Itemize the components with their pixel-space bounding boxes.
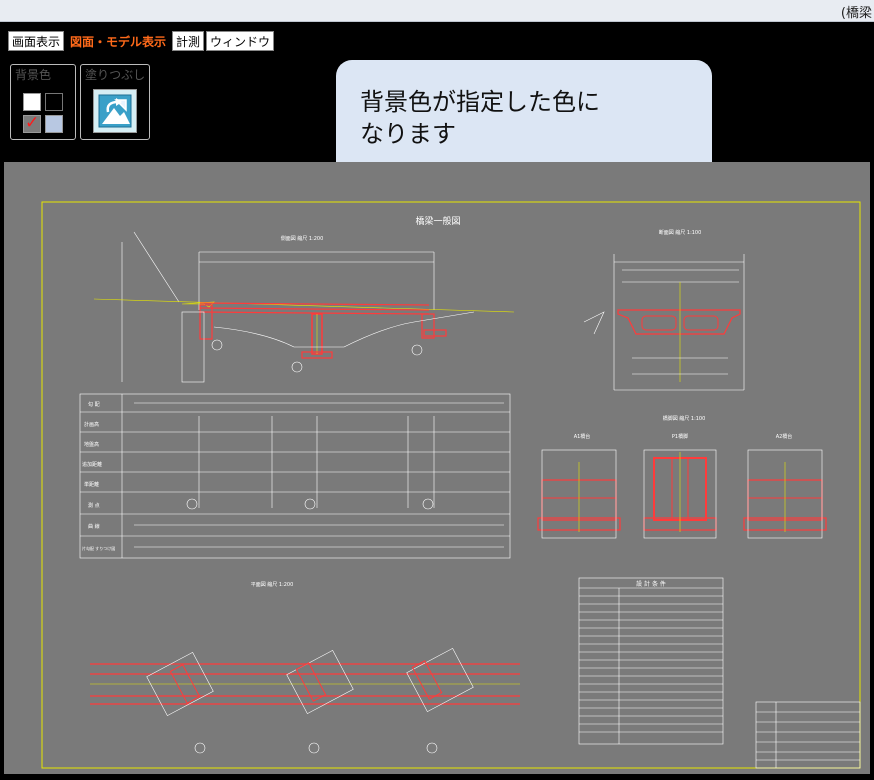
fill-label: 塗りつぶし (85, 68, 146, 82)
ribbon-tabs: 画面表示 図面・モデル表示 計測 ウィンドウ (8, 31, 275, 51)
callout-line-1: 背景色が指定した色に (360, 88, 600, 116)
background-color-group: 背景色 ✓ (10, 64, 76, 140)
fill-group: 塗りつぶし (80, 64, 150, 140)
profile-row-label: 測 点 (88, 502, 100, 509)
drawing-viewport[interactable]: 橋梁一般図 側面図 縮尺 1:200 勾 配 計画高 地盤高 追加距離 単距離 … (4, 162, 870, 774)
bridge-drawing[interactable]: 橋梁一般図 側面図 縮尺 1:200 勾 配 計画高 地盤高 追加距離 単距離 … (4, 162, 870, 774)
profile-row-label: 地盤高 (84, 441, 99, 448)
tab-drawing-model-display[interactable]: 図面・モデル表示 (66, 31, 171, 51)
pier-label: P1橋脚 (672, 433, 688, 440)
callout-line-2: なります (360, 120, 456, 148)
tab-screen-display[interactable]: 画面表示 (8, 31, 65, 51)
profile-row-label: 片勾配 すりつけ図 (82, 545, 115, 551)
checkmark-icon: ✓ (25, 113, 40, 133)
pier-label: A1橋台 (574, 433, 591, 440)
design-table-title: 設 計 条 件 (636, 580, 666, 588)
side-view-label: 側面図 縮尺 1:200 (281, 235, 324, 242)
explanation-callout: 背景色が指定した色に なります (336, 60, 712, 178)
background-light-blue-swatch[interactable] (45, 115, 63, 133)
tab-measure[interactable]: 計測 (172, 31, 205, 51)
drawing-title: 橋梁一般図 (415, 215, 460, 227)
profile-row-label: 勾 配 (88, 401, 100, 408)
profile-row-label: 単距離 (84, 481, 99, 488)
background-white-swatch[interactable] (23, 93, 41, 111)
tab-window[interactable]: ウィンドウ (206, 31, 275, 51)
pier-label: A2橋台 (776, 433, 793, 440)
background-color-label: 背景色 (15, 68, 52, 82)
profile-row-label: 曲 線 (88, 523, 100, 530)
section-view-label: 断面図 縮尺 1:100 (659, 229, 702, 236)
profile-row-label: 計画高 (84, 421, 99, 428)
window-title: (橋梁 (840, 6, 872, 21)
background-gray-swatch[interactable]: ✓ (23, 113, 41, 133)
plan-view-label: 平面図 縮尺 1:200 (251, 581, 294, 588)
ribbon-toolbar: 画面表示 図面・モデル表示 計測 ウィンドウ 背景色 ✓ 塗りつぶし 背景色が指… (0, 22, 874, 178)
end-view-label: 橋脚図 縮尺 1:100 (663, 415, 706, 422)
title-bar: (橋梁 (0, 0, 874, 22)
background-black-swatch[interactable] (45, 93, 63, 111)
fill-button[interactable] (93, 89, 137, 133)
fill-icon (98, 94, 132, 128)
profile-row-label: 追加距離 (82, 461, 102, 468)
